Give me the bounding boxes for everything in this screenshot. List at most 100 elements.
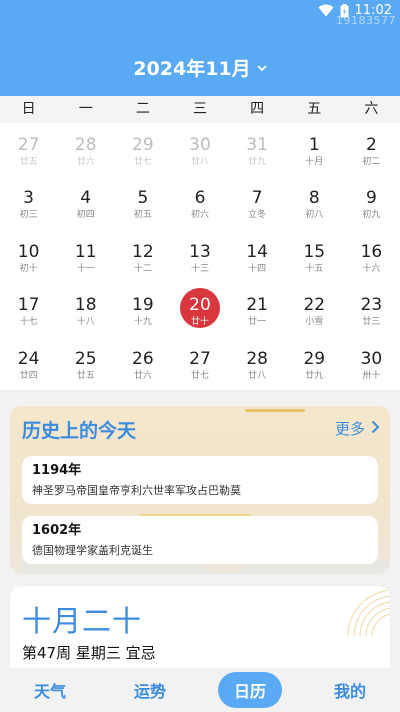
calendar-day[interactable]: 8 初八 <box>286 176 343 229</box>
calendar-day[interactable]: 12 十二 <box>114 230 171 283</box>
day-number: 30 <box>189 135 211 155</box>
calendar-week-row: 10 初十 11 十一 12 十二 13 十三 14 十四 15 十五 16 十六 <box>0 230 400 283</box>
day-number: 28 <box>74 135 97 155</box>
lunar-day: 十二 <box>133 263 152 274</box>
calendar-day[interactable]: 13 十三 <box>171 230 228 283</box>
more-button[interactable]: 更多 <box>335 418 380 439</box>
week-info: 第47周 星期三 宜忌 <box>22 644 156 662</box>
lunar-day: 廿三 <box>362 317 381 328</box>
lunar-day: 十八 <box>76 317 95 328</box>
lunar-info-card[interactable]: 十月二十 第47周 星期三 宜忌 <box>10 586 390 676</box>
lunar-day: 卅十 <box>362 370 381 381</box>
chevron-down-icon <box>257 55 267 77</box>
history-title: 历史上的今天 <box>22 420 137 442</box>
watermark-text: 19183577 <box>336 14 396 27</box>
day-number: 28 <box>246 348 268 369</box>
history-today-card: 历史上的今天 更多 1194年 神圣罗马帝国皇帝亨利六世率军攻占巴勒莫 1602… <box>10 406 390 574</box>
lunar-day: 初五 <box>133 210 152 221</box>
calendar-day[interactable]: 4 初四 <box>57 176 114 229</box>
calendar-day[interactable]: 17 十七 <box>0 283 57 336</box>
weekday-label: 三 <box>192 101 207 117</box>
lunar-day: 初二 <box>362 157 381 167</box>
day-number: 13 <box>189 241 211 262</box>
status-bar: 11:02 19183577 <box>0 0 400 27</box>
day-number: 24 <box>17 348 40 369</box>
lunar-day: 初八 <box>305 210 324 221</box>
day-number: 9 <box>366 188 377 209</box>
nav-tab-0[interactable]: 天气 <box>0 678 100 702</box>
nav-tab-1[interactable]: 运势 <box>100 678 200 702</box>
lunar-day: 初六 <box>190 210 209 221</box>
calendar-day[interactable]: 9 初九 <box>343 176 400 229</box>
lunar-day: 廿九 <box>248 157 267 167</box>
nav-tab-3[interactable]: 我的 <box>300 678 400 702</box>
weekday-label: 五 <box>307 101 322 117</box>
weekday-header: 日一二三四五六 <box>0 96 400 123</box>
nav-tab-2[interactable]: 日历 <box>200 672 300 708</box>
chevron-right-icon <box>371 420 380 438</box>
calendar-day[interactable]: 27 廿七 <box>171 337 228 390</box>
calendar-day[interactable]: 26 廿六 <box>114 337 171 390</box>
calendar-day[interactable]: 2 初二 <box>343 123 400 176</box>
lunar-day: 初十 <box>19 263 38 274</box>
day-number: 1 <box>308 135 320 155</box>
lunar-day: 十一 <box>76 263 95 274</box>
day-number: 2 <box>366 135 377 155</box>
day-number: 16 <box>360 241 383 262</box>
nav-tab-label: 天气 <box>33 682 66 701</box>
day-number: 23 <box>360 295 383 316</box>
calendar-day[interactable]: 3 初三 <box>0 176 57 229</box>
calendar-week-row: 3 初三 4 初四 5 初五 6 初六 7 立冬 8 初八 9 初九 <box>0 176 400 229</box>
history-event[interactable]: 1194年 神圣罗马帝国皇帝亨利六世率军攻占巴勒莫 <box>22 456 378 504</box>
bottom-nav: 天气 运势 日历 我的 <box>0 668 400 712</box>
event-year: 1602年 <box>32 523 82 538</box>
calendar-day[interactable]: 29 廿七 <box>114 123 171 176</box>
calendar-day[interactable]: 11 十一 <box>57 230 114 283</box>
calendar-day[interactable]: 28 廿八 <box>229 337 286 390</box>
day-number: 27 <box>189 348 211 369</box>
weekday-label: 四 <box>250 101 265 117</box>
calendar-day[interactable]: 14 十四 <box>229 230 286 283</box>
calendar-day[interactable]: 27 廿五 <box>0 123 57 176</box>
calendar-week-row: 24 廿四 25 廿五 26 廿六 27 廿七 28 廿八 29 廿九 30 卅十 <box>0 337 400 390</box>
lunar-day: 十九 <box>133 317 152 328</box>
calendar-day[interactable]: 30 廿八 <box>171 123 228 176</box>
calendar-day[interactable]: 19 十九 <box>114 283 171 336</box>
lunar-day: 廿四 <box>19 370 38 381</box>
lunar-day: 廿七 <box>133 157 152 167</box>
calendar-day[interactable]: 16 十六 <box>343 230 400 283</box>
calendar-day[interactable]: 29 廿九 <box>286 337 343 390</box>
calendar-day[interactable]: 5 初五 <box>114 176 171 229</box>
calendar-day[interactable]: 1 十月 <box>286 123 343 176</box>
calendar-day[interactable]: 25 廿五 <box>57 337 114 390</box>
lunar-day: 小雪 <box>305 317 324 328</box>
calendar-day[interactable]: 10 初十 <box>0 230 57 283</box>
calendar-day-today[interactable]: 20 廿十 <box>171 283 228 336</box>
wifi-icon <box>318 4 334 17</box>
more-label: 更多 <box>334 420 365 438</box>
calendar-day[interactable]: 28 廿六 <box>57 123 114 176</box>
day-number: 19 <box>132 295 154 316</box>
day-number: 25 <box>74 348 97 369</box>
calendar-day[interactable]: 7 立冬 <box>229 176 286 229</box>
weekday-label: 六 <box>364 101 379 117</box>
month-selector[interactable]: 2024年11月 <box>0 54 400 81</box>
lunar-day: 廿八 <box>190 157 209 167</box>
calendar-day[interactable]: 30 卅十 <box>343 337 400 390</box>
calendar-day[interactable]: 18 十八 <box>57 283 114 336</box>
calendar-day[interactable]: 21 廿一 <box>229 283 286 336</box>
calendar-day[interactable]: 22 小雪 <box>286 283 343 336</box>
calendar-day[interactable]: 15 十五 <box>286 230 343 283</box>
history-event[interactable]: 1602年 德国物理学家盖利克诞生 <box>22 516 378 564</box>
lunar-day: 十三 <box>190 263 209 274</box>
app-header: 11:02 19183577 2024年11月 <box>0 0 400 96</box>
calendar-day[interactable]: 31 廿九 <box>229 123 286 176</box>
calendar-week-row: 27 廿五 28 廿六 29 廿七 30 廿八 31 廿九 1 十月 2 初二 <box>0 123 400 176</box>
calendar-day[interactable]: 6 初六 <box>171 176 228 229</box>
lunar-day: 廿五 <box>19 157 38 167</box>
nav-tab-label: 日历 <box>217 672 282 708</box>
day-number: 10 <box>17 241 40 262</box>
calendar-day[interactable]: 23 廿三 <box>343 283 400 336</box>
calendar-day[interactable]: 24 廿四 <box>0 337 57 390</box>
lunar-day: 初四 <box>76 210 95 221</box>
